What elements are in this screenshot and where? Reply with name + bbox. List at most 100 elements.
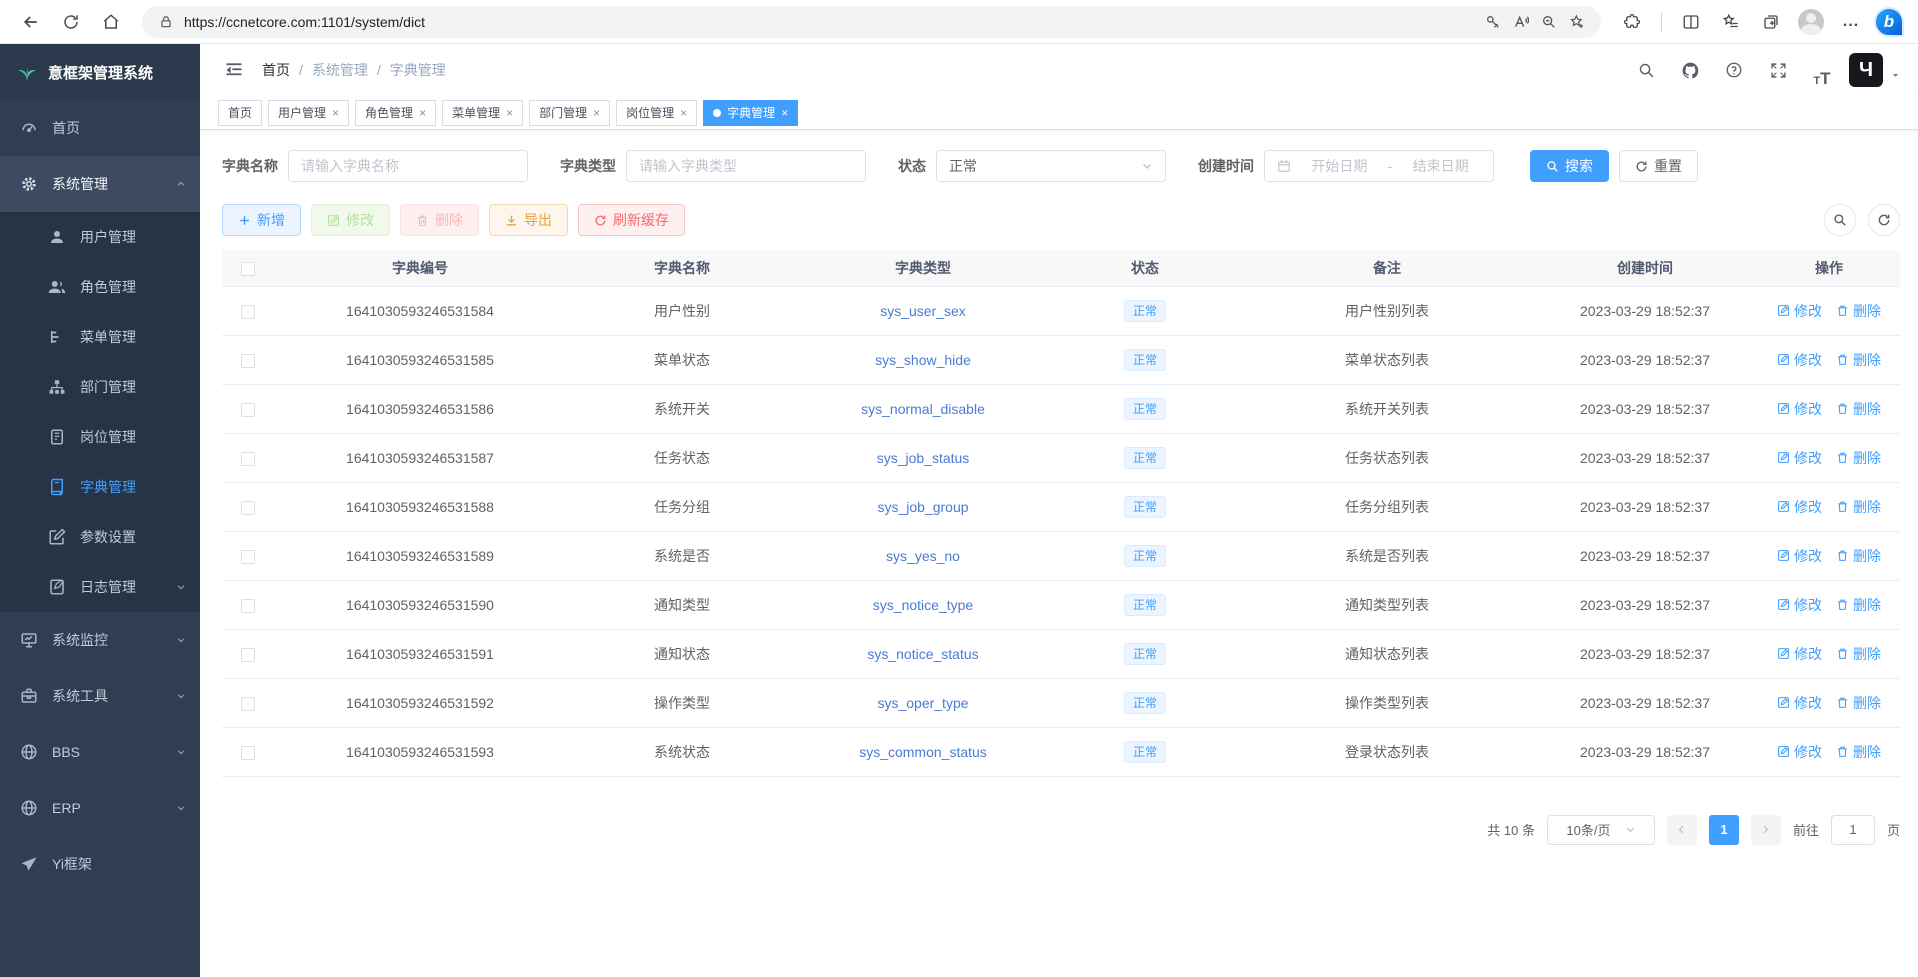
user-avatar-logo[interactable]: Ч: [1849, 53, 1883, 87]
extensions-icon[interactable]: [1615, 5, 1649, 39]
refresh-icon[interactable]: [54, 5, 88, 39]
row-checkbox[interactable]: [241, 648, 255, 662]
sidebar-item-log-mgmt[interactable]: 日志管理: [0, 562, 200, 612]
row-edit-button[interactable]: 修改: [1777, 693, 1822, 713]
row-checkbox[interactable]: [241, 599, 255, 613]
favorites-bar-icon[interactable]: [1714, 5, 1748, 39]
sidebar-item-bbs[interactable]: BBS: [0, 724, 200, 780]
row-delete-button[interactable]: 删除: [1836, 350, 1881, 370]
date-range-picker[interactable]: 开始日期 - 结束日期: [1264, 150, 1494, 182]
row-delete-button[interactable]: 删除: [1836, 301, 1881, 321]
dict-type-link[interactable]: sys_job_status: [877, 450, 970, 466]
close-icon[interactable]: ×: [332, 106, 339, 120]
show-search-toggle-button[interactable]: [1824, 204, 1856, 236]
tab-dept-mgmt[interactable]: 部门管理×: [529, 100, 610, 126]
sidebar-item-system-mgmt[interactable]: 系统管理: [0, 156, 200, 212]
back-icon[interactable]: [14, 5, 48, 39]
dict-type-link[interactable]: sys_yes_no: [886, 548, 960, 564]
sidebar-item-system-tools[interactable]: 系统工具: [0, 668, 200, 724]
favorite-add-icon[interactable]: [1563, 8, 1591, 36]
close-icon[interactable]: ×: [781, 106, 788, 120]
sidebar-item-home[interactable]: 首页: [0, 100, 200, 156]
row-edit-button[interactable]: 修改: [1777, 644, 1822, 664]
avatar-caret-icon[interactable]: [1891, 71, 1900, 80]
row-delete-button[interactable]: 删除: [1836, 546, 1881, 566]
row-delete-button[interactable]: 删除: [1836, 742, 1881, 762]
sidebar-item-role-mgmt[interactable]: 角色管理: [0, 262, 200, 312]
row-checkbox[interactable]: [241, 305, 255, 319]
dict-type-link[interactable]: sys_show_hide: [875, 352, 971, 368]
sidebar-item-param-settings[interactable]: 参数设置: [0, 512, 200, 562]
sidebar-item-dept-mgmt[interactable]: 部门管理: [0, 362, 200, 412]
close-icon[interactable]: ×: [593, 106, 600, 120]
row-edit-button[interactable]: 修改: [1777, 595, 1822, 615]
tab-home[interactable]: 首页: [218, 100, 262, 126]
font-size-icon[interactable]: TT: [1805, 53, 1839, 87]
password-key-icon[interactable]: [1479, 8, 1507, 36]
tab-role-mgmt[interactable]: 角色管理×: [355, 100, 436, 126]
delete-button[interactable]: 删除: [400, 204, 479, 236]
app-logo[interactable]: 意框架管理系统: [0, 44, 200, 100]
row-delete-button[interactable]: 删除: [1836, 399, 1881, 419]
bing-chat-icon[interactable]: b: [1874, 7, 1904, 37]
tab-dict-mgmt[interactable]: 字典管理×: [703, 100, 798, 126]
row-checkbox[interactable]: [241, 746, 255, 760]
page-number-1[interactable]: 1: [1709, 815, 1739, 845]
address-bar[interactable]: https://ccnetcore.com:1101/system/dict: [142, 6, 1601, 38]
dict-type-link[interactable]: sys_normal_disable: [861, 401, 985, 417]
github-icon[interactable]: [1673, 53, 1707, 87]
dict-name-input[interactable]: [288, 150, 528, 182]
row-edit-button[interactable]: 修改: [1777, 546, 1822, 566]
refresh-cache-button[interactable]: 刷新缓存: [578, 204, 685, 236]
dict-type-link[interactable]: sys_notice_type: [873, 597, 973, 613]
refresh-table-button[interactable]: [1868, 204, 1900, 236]
row-edit-button[interactable]: 修改: [1777, 497, 1822, 517]
sidebar-item-post-mgmt[interactable]: 岗位管理: [0, 412, 200, 462]
sidebar-item-user-mgmt[interactable]: 用户管理: [0, 212, 200, 262]
next-page-button[interactable]: [1751, 815, 1781, 845]
tab-post-mgmt[interactable]: 岗位管理×: [616, 100, 697, 126]
row-checkbox[interactable]: [241, 550, 255, 564]
export-button[interactable]: 导出: [489, 204, 568, 236]
page-size-select[interactable]: 10条/页: [1547, 815, 1655, 845]
row-delete-button[interactable]: 删除: [1836, 595, 1881, 615]
row-checkbox[interactable]: [241, 354, 255, 368]
row-checkbox[interactable]: [241, 403, 255, 417]
split-screen-icon[interactable]: [1674, 5, 1708, 39]
row-delete-button[interactable]: 删除: [1836, 693, 1881, 713]
dict-type-link[interactable]: sys_notice_status: [867, 646, 978, 662]
tab-menu-mgmt[interactable]: 菜单管理×: [442, 100, 523, 126]
close-icon[interactable]: ×: [680, 106, 687, 120]
sidebar-fold-icon[interactable]: [218, 54, 250, 86]
add-button[interactable]: 新增: [222, 204, 301, 236]
help-icon[interactable]: [1717, 53, 1751, 87]
row-delete-button[interactable]: 删除: [1836, 448, 1881, 468]
sidebar-item-erp[interactable]: ERP: [0, 780, 200, 836]
row-edit-button[interactable]: 修改: [1777, 399, 1822, 419]
prev-page-button[interactable]: [1667, 815, 1697, 845]
sidebar-item-menu-mgmt[interactable]: 菜单管理: [0, 312, 200, 362]
header-search-icon[interactable]: [1629, 53, 1663, 87]
row-checkbox[interactable]: [241, 501, 255, 515]
dict-type-link[interactable]: sys_user_sex: [880, 303, 966, 319]
row-checkbox[interactable]: [241, 452, 255, 466]
profile-avatar[interactable]: [1794, 5, 1828, 39]
edit-button[interactable]: 修改: [311, 204, 390, 236]
dict-type-link[interactable]: sys_common_status: [859, 744, 987, 760]
row-delete-button[interactable]: 删除: [1836, 644, 1881, 664]
row-edit-button[interactable]: 修改: [1777, 301, 1822, 321]
read-aloud-icon[interactable]: [1507, 8, 1535, 36]
zoom-out-icon[interactable]: [1535, 8, 1563, 36]
select-all-checkbox[interactable]: [241, 262, 255, 276]
goto-page-input[interactable]: [1831, 815, 1875, 845]
reset-button[interactable]: 重置: [1619, 150, 1698, 182]
row-delete-button[interactable]: 删除: [1836, 497, 1881, 517]
home-icon[interactable]: [94, 5, 128, 39]
row-edit-button[interactable]: 修改: [1777, 742, 1822, 762]
row-edit-button[interactable]: 修改: [1777, 448, 1822, 468]
browser-menu-icon[interactable]: ...: [1834, 5, 1868, 39]
dict-type-link[interactable]: sys_oper_type: [877, 695, 968, 711]
sidebar-item-yi-framework[interactable]: Yi框架: [0, 836, 200, 892]
search-button[interactable]: 搜索: [1530, 150, 1609, 182]
dict-type-link[interactable]: sys_job_group: [877, 499, 968, 515]
